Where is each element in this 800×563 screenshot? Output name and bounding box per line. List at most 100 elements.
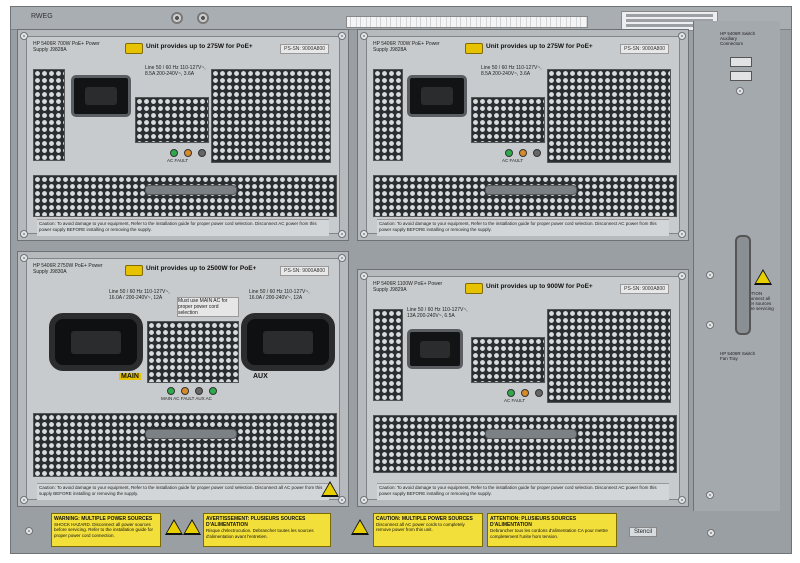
screw-icon <box>360 230 368 238</box>
power-supply-4[interactable]: HP 5406R 1100W PoE+ Power Supply J9829A … <box>357 269 689 507</box>
led-icon <box>535 389 543 397</box>
status-leds <box>170 149 206 157</box>
power-supply-4-caution: Caution: To avoid damage to your equipme… <box>377 483 669 500</box>
screw-icon <box>25 527 33 535</box>
power-supply-3[interactable]: HP 5406R 2750W PoE+ Power Supply J9830A … <box>17 251 349 507</box>
coax-connector-right[interactable] <box>197 12 209 24</box>
vent-grille <box>33 413 337 477</box>
power-supply-2-caution: Caution: To avoid damage to your equipme… <box>377 219 669 236</box>
power-supply-3-title: HP 5406R 2750W PoE+ Power Supply J9830A <box>33 263 103 275</box>
power-supply-4-note: Unit provides up to 900W for PoE+ <box>486 283 593 290</box>
aux-ac-led-icon <box>209 387 217 395</box>
warning-label-2: AVERTISSEMENT: PLUSIEURS SOURCES D'ALIME… <box>203 513 331 547</box>
warning-label-2-text: Risque d'electrocution. Debrancher toute… <box>206 528 314 539</box>
warning-label-2-title: AVERTISSEMENT: PLUSIEURS SOURCES D'ALIME… <box>206 516 306 529</box>
power-supply-2-serial: PS-SN: 9000A800 <box>620 44 669 54</box>
led-labels: AC FAULT <box>502 158 524 163</box>
power-supply-2-header: HP 5406R 700W PoE+ Power Supply J9828A U… <box>373 41 673 63</box>
aux-inlet-label: AUX <box>253 373 268 380</box>
main-inlet-label: MAIN <box>119 373 141 380</box>
fault-led-icon <box>521 389 529 397</box>
power-supply-1-handle[interactable] <box>145 185 237 195</box>
power-supply-4-header: HP 5406R 1100W PoE+ Power Supply J9829A … <box>373 281 673 303</box>
screw-icon <box>678 32 686 40</box>
warning-triangle-icon <box>321 481 339 497</box>
screw-icon <box>20 230 28 238</box>
screw-icon <box>360 272 368 280</box>
power-supply-3-note: Unit provides up to 2500W for PoE+ <box>146 265 257 272</box>
coax-connector-left[interactable] <box>171 12 183 24</box>
poe-badge-icon <box>465 283 483 294</box>
warning-triangle-icon <box>183 519 201 535</box>
fault-led-icon <box>181 387 189 395</box>
status-leds <box>507 389 543 397</box>
warning-triangle-icon <box>351 519 369 535</box>
aux-port[interactable] <box>730 57 752 67</box>
warning-label-3: CAUTION: MULTIPLE POWER SOURCES Disconne… <box>373 513 483 547</box>
ac-inlet-icon[interactable] <box>407 329 463 369</box>
side-mid-label: HP 5406R Switch Fan Tray <box>720 351 756 361</box>
power-supply-4-serial: PS-SN: 9000A800 <box>620 284 669 294</box>
screw-icon <box>20 32 28 40</box>
power-supply-2-note: Unit provides up to 275W for PoE+ <box>486 43 593 50</box>
vent-grille <box>471 337 545 383</box>
screw-icon <box>706 491 714 499</box>
fault-led-icon <box>184 149 192 157</box>
vent-grille <box>211 69 331 163</box>
fault-led-icon <box>519 149 527 157</box>
chassis-model-tag: RWEG <box>31 13 53 20</box>
switch-chassis: RWEG HP 5406R 700W PoE+ Power Supply J98… <box>10 6 792 554</box>
power-supply-2-faceplate: HP 5406R 700W PoE+ Power Supply J9828A U… <box>366 36 680 236</box>
power-supply-4-handle[interactable] <box>485 429 577 439</box>
screw-icon <box>20 496 28 504</box>
main-ac-inlet-icon[interactable] <box>49 313 143 371</box>
power-supply-1-serial: PS-SN: 9000A800 <box>280 44 329 54</box>
status-leds <box>167 387 217 395</box>
power-supply-1-caution: Caution: To avoid damage to your equipme… <box>37 219 329 236</box>
fan-tray-handle[interactable] <box>735 235 751 335</box>
ac-inlet-icon[interactable] <box>71 75 131 117</box>
power-supply-3-serial: PS-SN: 9000A800 <box>280 266 329 276</box>
power-supply-3-handle[interactable] <box>145 429 237 439</box>
power-supply-1[interactable]: HP 5406R 700W PoE+ Power Supply J9828A U… <box>17 29 349 241</box>
chassis-top-bar: RWEG <box>11 7 791 31</box>
warning-triangle-icon <box>754 269 772 285</box>
screw-icon <box>678 230 686 238</box>
led-icon <box>198 149 206 157</box>
screw-icon <box>338 32 346 40</box>
ac-inlet-icon[interactable] <box>407 75 467 117</box>
power-supply-3-caution: Caution: To avoid damage to your equipme… <box>37 483 329 500</box>
power-supply-2-rating: Line 50 / 60 Hz 110-127V~, 8.5A 200-240V… <box>481 65 542 77</box>
warning-label-4-title: ATTENTION: PLUSIEURS SOURCES D'ALIMENTAT… <box>490 516 577 529</box>
ac-led-icon <box>507 389 515 397</box>
side-top-label: HP 5406R Switch Auxiliary Connectors <box>720 31 756 46</box>
warning-label-1: WARNING: MULTIPLE POWER SOURCES SHOCK HA… <box>51 513 161 547</box>
screw-icon <box>360 496 368 504</box>
screw-icon <box>706 321 714 329</box>
screw-icon <box>338 496 346 504</box>
power-supply-2-handle[interactable] <box>485 185 577 195</box>
power-supply-3-rating-main: Line 50 / 60 Hz 110-127V~, 16.0A / 200-2… <box>109 289 170 301</box>
power-supply-3-header: HP 5406R 2750W PoE+ Power Supply J9830A … <box>33 263 333 285</box>
led-icon <box>195 387 203 395</box>
warning-label-4-text: Debrancher tous les cordons d'alimentati… <box>490 528 608 539</box>
power-supply-1-title: HP 5406R 700W PoE+ Power Supply J9828A <box>33 41 100 53</box>
screw-icon <box>360 32 368 40</box>
vent-grille <box>373 69 403 161</box>
vent-grille <box>547 69 671 163</box>
poe-badge-icon <box>465 43 483 54</box>
led-icon <box>533 149 541 157</box>
power-supply-3-faceplate: HP 5406R 2750W PoE+ Power Supply J9830A … <box>26 258 340 500</box>
led-labels: MAIN AC FAULT AUX AC <box>161 396 212 401</box>
power-supply-1-header: HP 5406R 700W PoE+ Power Supply J9828A U… <box>33 41 333 63</box>
power-supply-4-title: HP 5406R 1100W PoE+ Power Supply J9829A <box>373 281 443 293</box>
vent-grille <box>147 321 239 383</box>
aux-ac-inlet-icon[interactable] <box>241 313 335 371</box>
poe-badge-icon <box>125 43 143 54</box>
power-supply-2[interactable]: HP 5406R 700W PoE+ Power Supply J9828A U… <box>357 29 689 241</box>
aux-port[interactable] <box>730 71 752 81</box>
led-labels: AC FAULT <box>167 158 189 163</box>
power-supply-2-title: HP 5406R 700W PoE+ Power Supply J9828A <box>373 41 440 53</box>
screw-icon <box>706 271 714 279</box>
screw-icon <box>678 496 686 504</box>
